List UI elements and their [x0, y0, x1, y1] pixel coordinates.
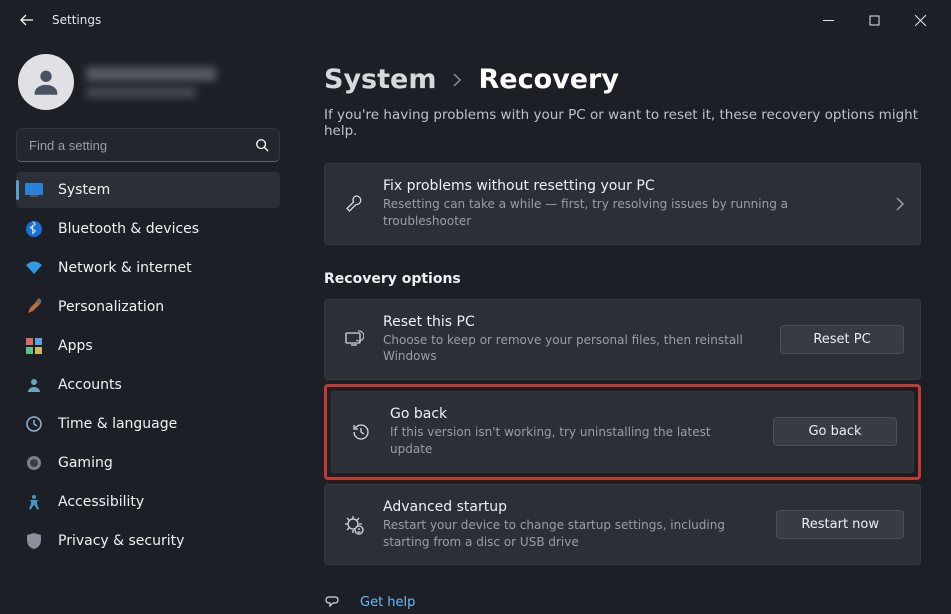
sidebar-item-label: Personalization: [58, 299, 164, 315]
sidebar-item-label: Network & internet: [58, 260, 192, 276]
sidebar-item-accessibility[interactable]: Accessibility: [16, 484, 280, 520]
minimize-icon: [823, 15, 834, 26]
card-desc: Choose to keep or remove your personal f…: [383, 332, 762, 366]
gaming-icon: [24, 453, 44, 473]
go-back-button[interactable]: Go back: [773, 417, 897, 446]
history-icon: [350, 422, 372, 442]
sidebar-item-label: Gaming: [58, 455, 113, 471]
card-desc: Resetting can take a while — first, try …: [383, 196, 878, 230]
sidebar-item-label: Bluetooth & devices: [58, 221, 199, 237]
person-icon: [29, 65, 63, 99]
chevron-right-icon: [896, 197, 904, 211]
titlebar: Settings: [0, 0, 951, 40]
apps-icon: [24, 336, 44, 356]
go-back-card: Go back If this version isn't working, t…: [331, 391, 914, 473]
content-area: System Recovery If you're having problem…: [296, 40, 951, 614]
get-help-link[interactable]: Get help: [324, 587, 921, 614]
shield-icon: [24, 531, 44, 551]
breadcrumb-current: Recovery: [478, 64, 618, 95]
sidebar-item-label: Accounts: [58, 377, 122, 393]
search-icon: [255, 138, 269, 152]
advanced-startup-card: Advanced startup Restart your device to …: [324, 484, 921, 566]
sidebar-item-label: Privacy & security: [58, 533, 184, 549]
sidebar-item-bluetooth[interactable]: Bluetooth & devices: [16, 211, 280, 247]
sidebar-item-network[interactable]: Network & internet: [16, 250, 280, 286]
wifi-icon: [24, 258, 44, 278]
window-controls: [805, 2, 943, 38]
card-title: Fix problems without resetting your PC: [383, 178, 878, 194]
gear-power-icon: [343, 515, 365, 535]
section-title: Recovery options: [324, 271, 921, 287]
sidebar-item-label: Accessibility: [58, 494, 144, 510]
profile-name-redacted: [86, 67, 216, 81]
minimize-button[interactable]: [805, 2, 851, 38]
reset-pc-button[interactable]: Reset PC: [780, 325, 904, 354]
maximize-button[interactable]: [851, 2, 897, 38]
card-title: Advanced startup: [383, 499, 758, 515]
search-input[interactable]: [27, 137, 255, 154]
reset-pc-card: Reset this PC Choose to keep or remove y…: [324, 299, 921, 381]
sidebar-item-time[interactable]: Time & language: [16, 406, 280, 442]
arrow-left-icon: [19, 12, 35, 28]
help-icon: [324, 594, 342, 610]
sidebar-item-system[interactable]: System: [16, 172, 280, 208]
nav-list: System Bluetooth & devices Network & int…: [12, 172, 284, 559]
card-desc: If this version isn't working, try unins…: [390, 424, 755, 458]
sidebar-item-accounts[interactable]: Accounts: [16, 367, 280, 403]
breadcrumb-parent[interactable]: System: [324, 64, 436, 95]
highlighted-card: Go back If this version isn't working, t…: [324, 384, 921, 480]
profile-email-redacted: [86, 87, 196, 98]
sidebar-item-label: System: [58, 182, 110, 198]
link-text: Get help: [360, 595, 415, 610]
restart-now-button[interactable]: Restart now: [776, 510, 904, 539]
sidebar-item-apps[interactable]: Apps: [16, 328, 280, 364]
accessibility-icon: [24, 492, 44, 512]
paintbrush-icon: [24, 297, 44, 317]
system-icon: [24, 180, 44, 200]
breadcrumb: System Recovery: [324, 64, 921, 95]
back-button[interactable]: [12, 5, 42, 35]
wrench-icon: [343, 194, 365, 214]
sidebar-item-gaming[interactable]: Gaming: [16, 445, 280, 481]
card-desc: Restart your device to change startup se…: [383, 517, 758, 551]
card-title: Go back: [390, 406, 755, 422]
clock-globe-icon: [24, 414, 44, 434]
sidebar: System Bluetooth & devices Network & int…: [0, 40, 296, 614]
search-box[interactable]: [16, 128, 280, 162]
sidebar-item-label: Apps: [58, 338, 93, 354]
window-title: Settings: [52, 13, 101, 27]
card-title: Reset this PC: [383, 314, 762, 330]
maximize-icon: [869, 15, 880, 26]
bluetooth-icon: [24, 219, 44, 239]
close-icon: [915, 15, 926, 26]
sidebar-item-privacy[interactable]: Privacy & security: [16, 523, 280, 559]
reset-icon: [343, 329, 365, 349]
avatar: [18, 54, 74, 110]
profile-section[interactable]: [12, 40, 284, 128]
page-subtitle: If you're having problems with your PC o…: [324, 107, 921, 139]
chevron-right-icon: [452, 73, 462, 87]
fix-problems-card[interactable]: Fix problems without resetting your PC R…: [324, 163, 921, 245]
profile-text: [86, 67, 216, 98]
help-links: Get help Give feedback: [324, 587, 921, 614]
sidebar-item-personalization[interactable]: Personalization: [16, 289, 280, 325]
close-button[interactable]: [897, 2, 943, 38]
sidebar-item-label: Time & language: [58, 416, 177, 432]
accounts-icon: [24, 375, 44, 395]
